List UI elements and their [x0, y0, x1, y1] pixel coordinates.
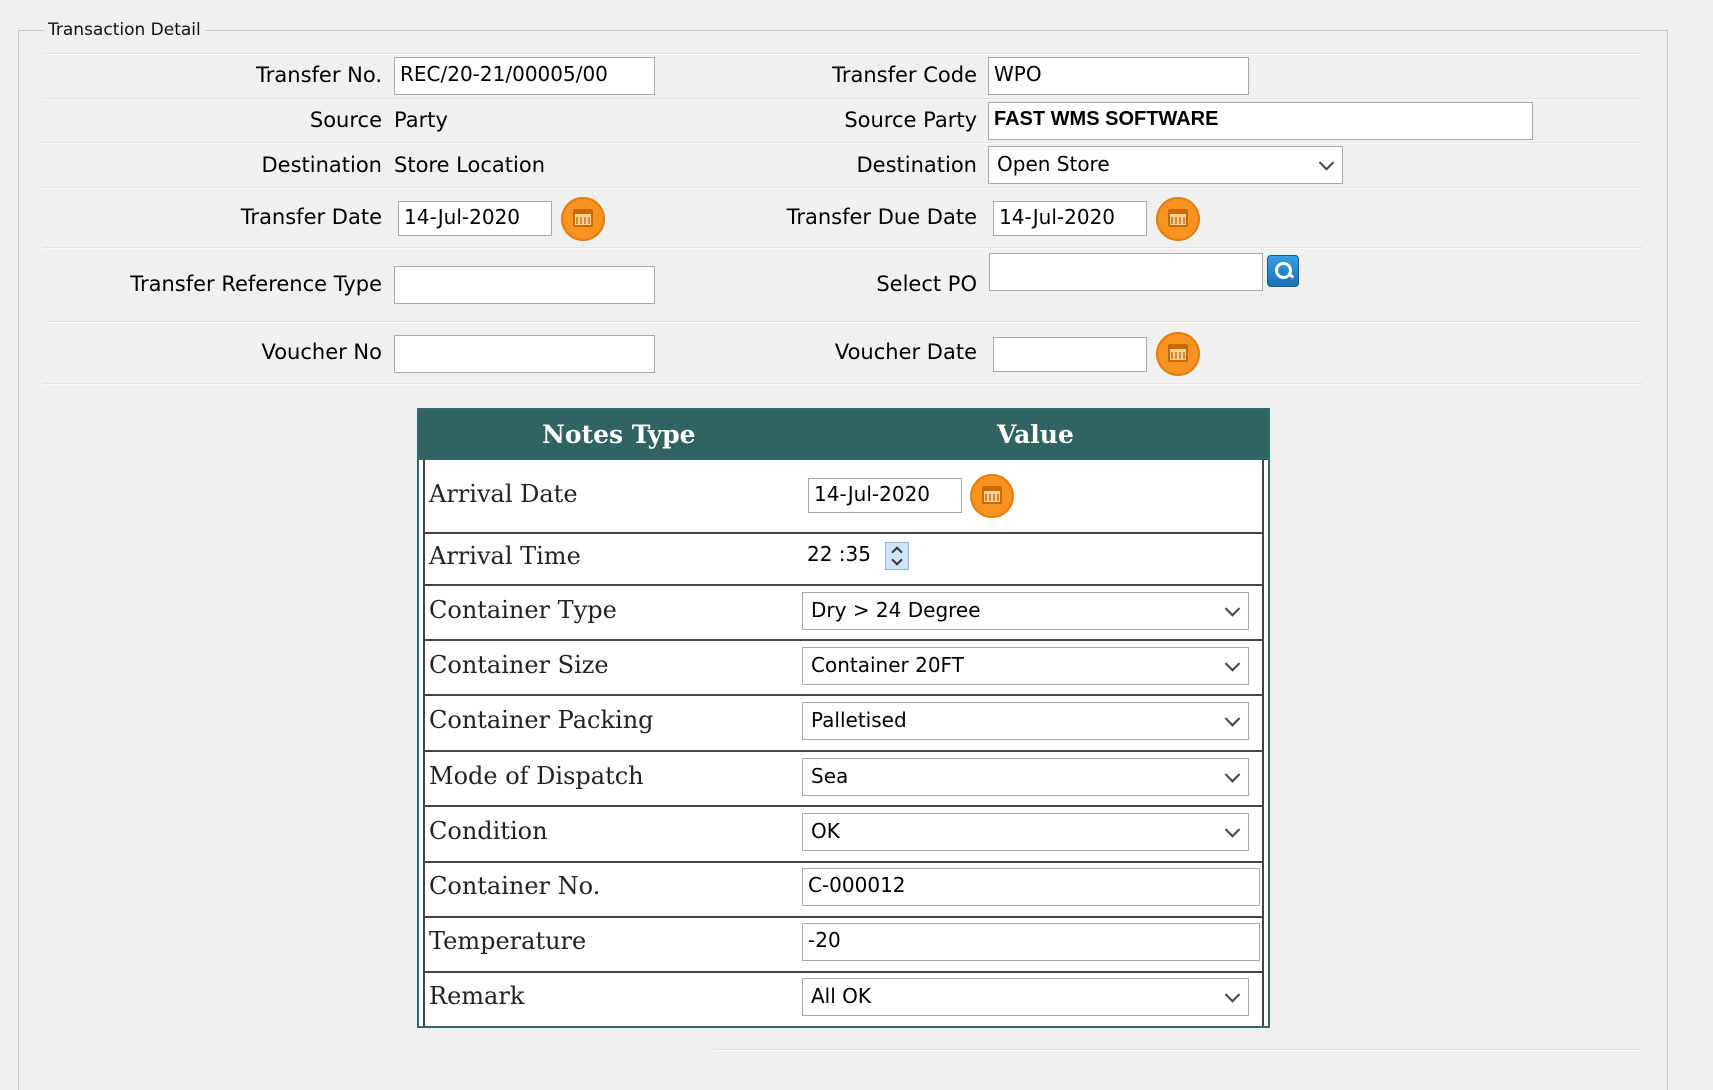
- voucher-no-label: Voucher No: [261, 340, 382, 364]
- voucher-date-input[interactable]: [993, 337, 1147, 372]
- source-party-input[interactable]: FAST WMS SOFTWARE: [988, 102, 1533, 140]
- section-title: Transaction Detail: [44, 20, 205, 40]
- spinner-icon[interactable]: [885, 542, 909, 570]
- destination-select-value: Open Store: [997, 152, 1110, 176]
- chevron-down-icon: [1224, 822, 1241, 838]
- transfer-code-label: Transfer Code: [832, 63, 977, 87]
- container-type-select[interactable]: Dry > 24 Degree: [802, 592, 1249, 630]
- row-divider: [423, 861, 1264, 863]
- container-packing-value: Palletised: [811, 708, 907, 732]
- source-value: Party: [394, 108, 448, 132]
- transfer-date-label: Transfer Date: [240, 205, 382, 229]
- row-divider: [423, 805, 1264, 807]
- chevron-down-icon: [1318, 155, 1335, 171]
- row-divider: [423, 750, 1264, 752]
- calendar-icon[interactable]: [1156, 332, 1200, 376]
- row-divider: [423, 971, 1264, 973]
- transfer-reference-type-input[interactable]: [394, 266, 655, 304]
- notes-row-label: Temperature: [429, 927, 587, 955]
- notes-row-label: Arrival Date: [429, 480, 578, 508]
- transfer-code-input[interactable]: WPO: [988, 57, 1249, 95]
- divider: [43, 247, 1643, 249]
- notes-row-label: Container No.: [429, 872, 601, 900]
- destination-select[interactable]: Open Store: [988, 146, 1343, 184]
- notes-row-label: Container Type: [429, 596, 617, 624]
- divider: [43, 187, 1643, 189]
- transfer-due-date-label: Transfer Due Date: [786, 205, 977, 229]
- source-label: Source: [309, 108, 382, 132]
- notes-row-label: Mode of Dispatch: [429, 762, 644, 790]
- voucher-no-input[interactable]: [394, 335, 655, 373]
- divider: [43, 53, 1643, 55]
- transfer-no-label: Transfer No.: [256, 63, 382, 87]
- container-size-select[interactable]: Container 20FT: [802, 647, 1249, 685]
- row-divider: [423, 584, 1264, 586]
- destination-left-label: Destination: [261, 153, 382, 177]
- calendar-icon[interactable]: [970, 474, 1014, 518]
- container-size-value: Container 20FT: [811, 653, 964, 677]
- divider: [713, 383, 1643, 385]
- container-no-input[interactable]: C-000012: [802, 868, 1260, 906]
- value-header: Value: [997, 420, 1074, 449]
- divider: [43, 142, 1643, 144]
- row-divider: [423, 639, 1264, 641]
- container-type-value: Dry > 24 Degree: [811, 598, 981, 622]
- divider: [713, 1049, 1643, 1051]
- row-divider: [423, 916, 1264, 918]
- notes-row-label: Container Packing: [429, 706, 654, 734]
- divider: [43, 321, 1643, 323]
- temperature-input[interactable]: -20: [802, 923, 1260, 961]
- notes-table-header: Notes Type Value: [419, 410, 1268, 460]
- chevron-down-icon: [1224, 656, 1241, 672]
- condition-value: OK: [811, 819, 840, 843]
- transfer-date-input[interactable]: 14-Jul-2020: [398, 201, 552, 236]
- mode-of-dispatch-value: Sea: [811, 764, 849, 788]
- divider: [43, 383, 713, 385]
- container-packing-select[interactable]: Palletised: [802, 702, 1249, 740]
- table-border: [423, 460, 425, 1026]
- voucher-date-label: Voucher Date: [834, 340, 977, 364]
- calendar-icon[interactable]: [1156, 197, 1200, 241]
- chevron-down-icon: [1224, 711, 1241, 727]
- transfer-due-date-input[interactable]: 14-Jul-2020: [993, 201, 1147, 236]
- remark-select[interactable]: All OK: [802, 978, 1249, 1016]
- row-divider: [423, 694, 1264, 696]
- chevron-down-icon: [1224, 601, 1241, 617]
- arrival-date-input[interactable]: 14-Jul-2020: [808, 478, 962, 513]
- notes-row-label: Arrival Time: [429, 542, 581, 570]
- select-po-input[interactable]: [989, 253, 1263, 291]
- notes-table: Notes Type Value Arrival Date 14-Jul-202…: [417, 408, 1270, 1028]
- arrival-time-value[interactable]: 22 :35: [807, 542, 871, 566]
- table-border: [1262, 460, 1264, 1026]
- divider: [43, 98, 1643, 100]
- transfer-reference-type-label: Transfer Reference Type: [130, 272, 382, 296]
- source-party-label: Source Party: [844, 108, 977, 132]
- transfer-no-input[interactable]: REC/20-21/00005/00: [394, 57, 655, 95]
- calendar-icon[interactable]: [561, 197, 605, 241]
- remark-value: All OK: [811, 984, 872, 1008]
- chevron-down-icon: [1224, 987, 1241, 1003]
- notes-row-label: Remark: [429, 982, 525, 1010]
- condition-select[interactable]: OK: [802, 813, 1249, 851]
- mode-of-dispatch-select[interactable]: Sea: [802, 758, 1249, 796]
- select-po-label: Select PO: [876, 272, 977, 296]
- search-icon[interactable]: [1267, 255, 1299, 287]
- chevron-down-icon: [1224, 767, 1241, 783]
- notes-row-label: Container Size: [429, 651, 609, 679]
- row-divider: [423, 532, 1264, 534]
- notes-row-label: Condition: [429, 817, 548, 845]
- destination-label: Destination: [856, 153, 977, 177]
- destination-left-value: Store Location: [394, 153, 545, 177]
- notes-type-header: Notes Type: [542, 420, 696, 449]
